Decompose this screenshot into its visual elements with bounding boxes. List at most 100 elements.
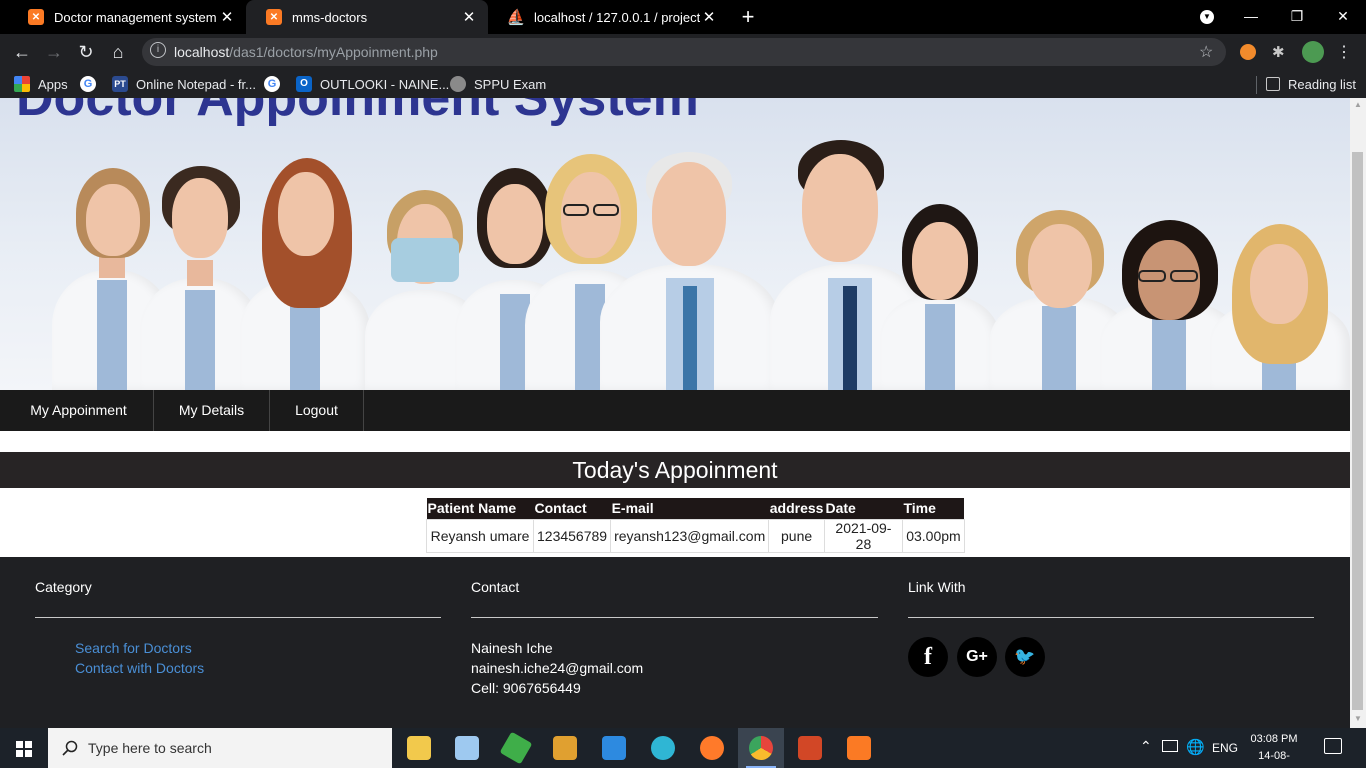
home-icon[interactable]: ⌂ [106,40,130,64]
clock[interactable]: 03:08 PM 14-08-2021 [1248,731,1300,768]
bookmark-google-1[interactable]: G [80,76,104,92]
bookmark-outlook[interactable]: O OUTLOOKI - NAINE... [296,76,449,92]
xampp-icon [847,736,871,760]
bookmark-google-2[interactable]: G [264,76,288,92]
taskbar-nodejs[interactable] [493,728,539,768]
tab-close-icon[interactable]: ✕ [460,8,478,26]
google-plus-icon[interactable]: G+ [957,637,997,677]
scroll-up-icon[interactable]: ▲ [1350,98,1366,112]
taskbar-firefox[interactable] [689,728,735,768]
contact-name: Nainesh Iche [471,640,553,656]
phpmyadmin-favicon-icon: ⛵ [506,9,526,26]
doctor-figure [600,152,780,390]
windows-logo-icon [16,741,32,757]
new-tab-button[interactable]: + [736,4,760,30]
taskbar-snipping-tool[interactable] [542,728,588,768]
notepad-icon: PT [112,76,128,92]
tab-mms-doctors[interactable]: ✕ mms-doctors ✕ [246,0,488,34]
cell-time: 03.00pm [901,518,965,553]
profile-avatar-icon[interactable] [1302,41,1324,63]
restore-button[interactable]: ❐ [1274,0,1320,32]
taskbar-file-explorer[interactable] [396,728,442,768]
notifications-icon[interactable] [1324,738,1342,754]
firefox-icon [700,736,724,760]
tab-phpmyadmin[interactable]: ⛵ localhost / 127.0.0.1 / projectmm ✕ [488,0,728,34]
hero-banner: Doctor Appoinment System [0,98,1350,390]
forward-icon[interactable]: → [42,40,66,64]
footer-category-title: Category [35,579,92,595]
reload-icon[interactable]: ↻ [74,40,98,64]
taskbar-chrome[interactable] [738,728,784,768]
cell-address: pune [768,518,825,553]
taskbar-edge[interactable] [640,728,686,768]
bookmark-apps[interactable]: Apps [14,76,68,92]
browser-menu-icon[interactable]: ⋮ [1336,42,1356,61]
bookmark-star-icon[interactable]: ☆ [1199,42,1213,62]
footer-divider [908,617,1314,618]
doctor-figure [240,158,380,390]
outlook-icon: O [296,76,312,92]
extension-icon[interactable] [1240,44,1256,60]
tab-close-icon[interactable]: ✕ [700,8,718,26]
bookmarks-separator [1256,76,1257,94]
reading-list-icon [1266,77,1280,91]
snipping-tool-icon [553,736,577,760]
screen: { "browser": { "tabs": [ {"title": "Doct… [0,0,1366,768]
edge-icon [651,736,675,760]
taskbar-powerpoint[interactable] [787,728,833,768]
nodejs-icon [499,731,533,765]
section-title: Today's Appoinment [0,452,1350,488]
bookmark-label: SPPU Exam [474,76,547,92]
minimize-button[interactable]: — [1228,0,1274,32]
tab-title: mms-doctors [292,9,368,25]
battery-icon[interactable] [1162,740,1178,752]
tab-search-icon[interactable]: ▼ [1200,10,1214,24]
address-url[interactable]: localhost/das1/doctors/myAppoinment.php [174,44,438,60]
back-icon[interactable]: ← [10,40,34,64]
bookmark-online-notepad[interactable]: PT Online Notepad - fr... [112,76,256,92]
appointments-table: Patient Name Contact E-mail address Date… [426,498,965,553]
nav-my-appoinment[interactable]: My Appoinment [4,390,154,431]
close-window-button[interactable]: ✕ [1320,0,1366,32]
site-title: Doctor Appoinment System [16,98,699,127]
clock-date: 14-08-2021 [1258,750,1290,768]
table-row: Reyansh umare 123456789 reyansh123@gmail… [426,518,965,553]
taskbar-3d-viewer[interactable] [444,728,490,768]
vscode-icon [602,736,626,760]
nav-logout[interactable]: Logout [270,390,364,431]
3d-box-icon [455,736,479,760]
taskbar-xampp[interactable] [836,728,882,768]
column-header: Date [824,498,903,519]
tab-doctor-management[interactable]: ✕ Doctor management system ✕ [8,0,246,34]
taskbar-vscode[interactable] [591,728,637,768]
language-indicator[interactable]: ENG [1212,741,1238,755]
footer-link-with-title: Link With [908,579,966,595]
google-icon: G [264,76,280,92]
site-info-icon[interactable]: i [150,42,166,58]
scroll-down-icon[interactable]: ▼ [1350,712,1366,726]
column-header: address [768,498,825,519]
apps-grid-icon [14,76,30,92]
reading-list-button[interactable]: Reading list [1266,76,1356,92]
nav-my-details[interactable]: My Details [154,390,270,431]
column-header: Contact [533,498,611,519]
bookmark-sppu-exam[interactable]: SPPU Exam [450,76,546,92]
xampp-favicon-icon: ✕ [266,9,282,25]
extensions-puzzle-icon[interactable]: ✱ [1272,43,1288,61]
footer-divider [35,617,441,618]
link-search-doctors[interactable]: Search for Doctors [75,640,192,656]
scrollbar-thumb[interactable] [1352,152,1363,710]
bookmark-label: Apps [38,76,68,92]
tab-close-icon[interactable]: ✕ [218,8,236,26]
powerpoint-icon [798,736,822,760]
link-contact-doctors[interactable]: Contact with Doctors [75,660,204,676]
twitter-icon[interactable]: 🐦 [1005,637,1045,677]
facebook-icon[interactable]: f [908,637,948,677]
network-globe-icon[interactable]: 🌐 [1186,738,1205,756]
tab-title: Doctor management system [54,9,217,25]
column-header: E-mail [610,498,769,519]
tray-overflow-icon[interactable]: ⌃ [1140,738,1152,755]
search-placeholder: Type here to search [88,740,212,756]
column-header: Patient Name [426,498,534,519]
start-button[interactable] [0,728,48,768]
